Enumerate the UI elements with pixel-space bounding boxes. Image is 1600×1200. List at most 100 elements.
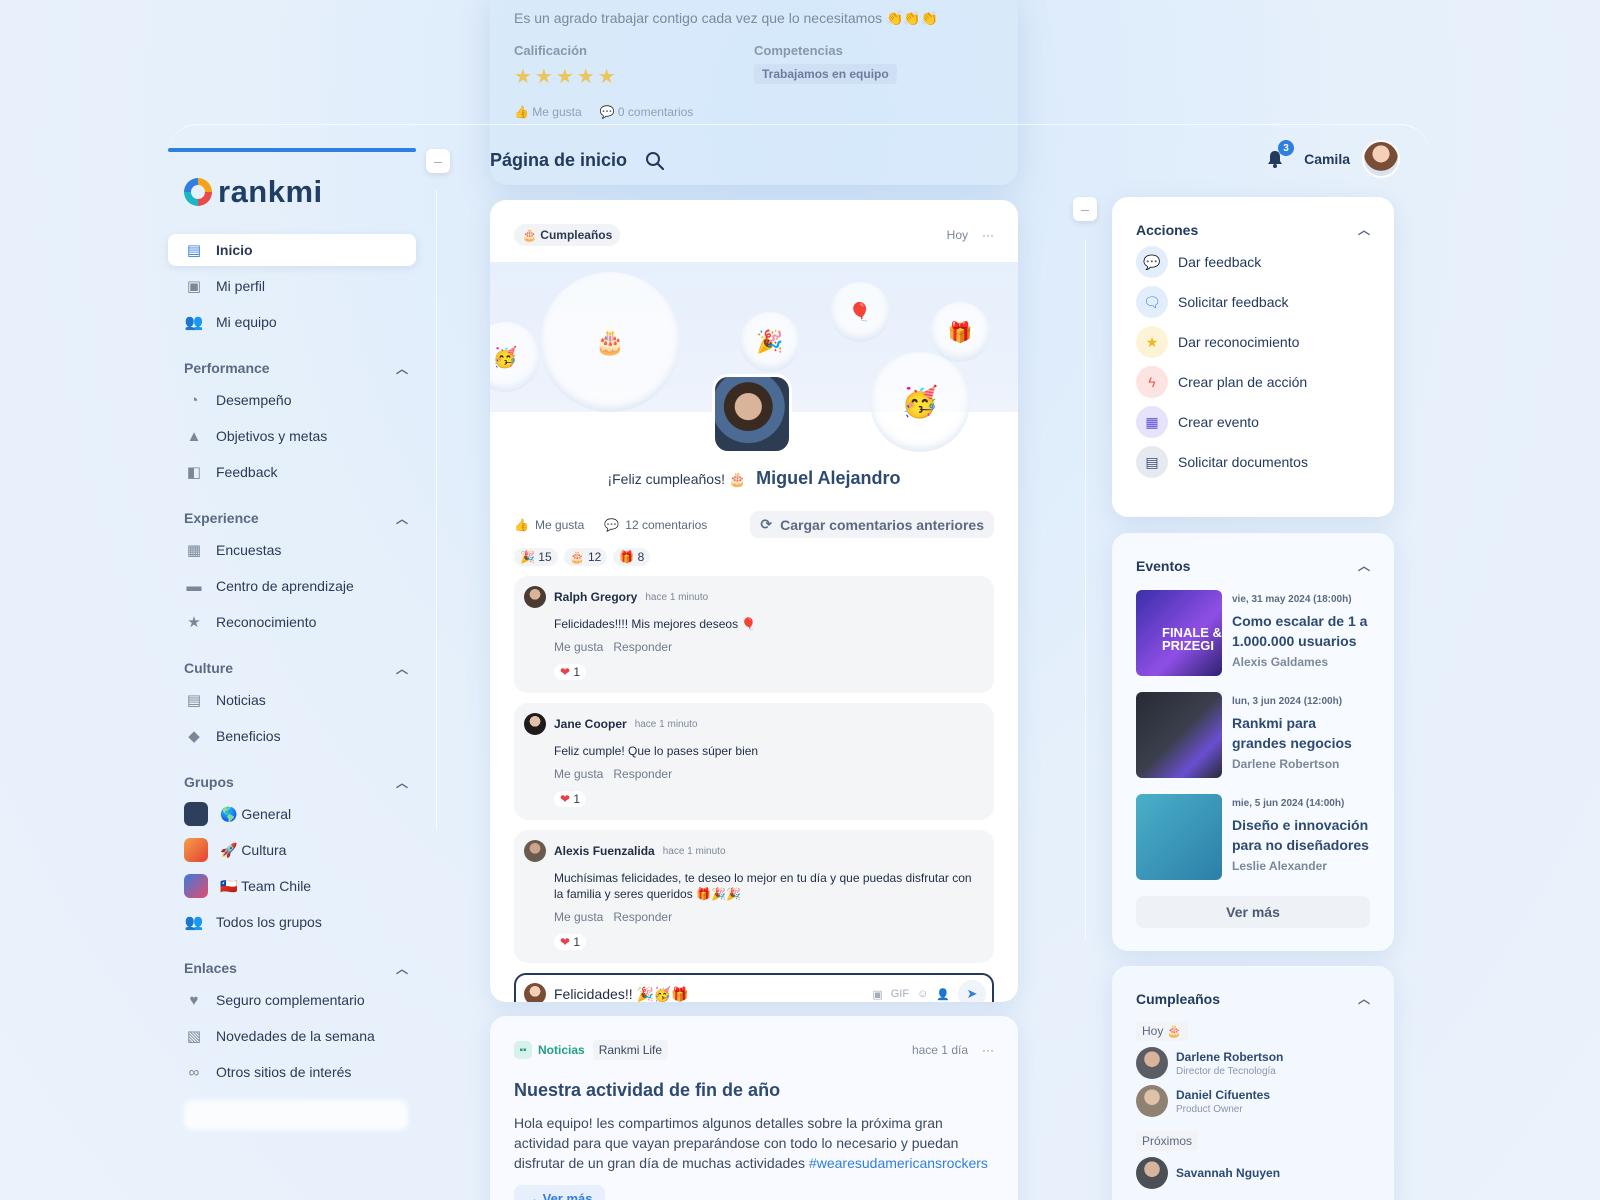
news-more-button[interactable]: → Ver más	[514, 1185, 605, 1200]
sidebar-item-inicio[interactable]: ▤ Inicio	[168, 234, 416, 266]
load-previous-comments-button[interactable]: ⟳ Cargar comentarios anteriores	[750, 511, 994, 538]
comments-button[interactable]: 💬 12 comentarios	[604, 518, 707, 532]
notifications-button[interactable]: 3	[1264, 140, 1295, 170]
comment-avatar[interactable]	[524, 713, 546, 735]
comment-author[interactable]: Ralph Gregory	[554, 590, 637, 604]
event-title[interactable]: Rankmi para grandes negocios	[1232, 713, 1370, 753]
action-solicitar-feedback[interactable]: 🗨 Solicitar feedback	[1136, 286, 1370, 318]
comment-author[interactable]: Jane Cooper	[554, 717, 627, 731]
events-more-button[interactable]: Ver más	[1136, 896, 1370, 928]
sidebar-item-todos-grupos[interactable]: 👥 Todos los grupos	[168, 906, 416, 938]
sidebar: rankmi ▤ Inicio ▣ Mi perfil 👥 Mi equipo …	[168, 148, 416, 1198]
comment-reply-button[interactable]: Responder	[613, 910, 672, 924]
sidebar-item-novedades[interactable]: ▧ Novedades de la semana	[168, 1020, 416, 1052]
send-button[interactable]: ➤	[958, 980, 986, 1002]
document-icon: ▤	[1136, 446, 1168, 478]
more-options-icon[interactable]: ···	[982, 228, 994, 242]
sidebar-item-noticias[interactable]: ▤ Noticias	[168, 684, 416, 716]
section-enlaces[interactable]: Enlaces ︿	[168, 952, 416, 984]
notification-badge: 3	[1278, 140, 1295, 156]
person-name: Savannah Nguyen	[1176, 1166, 1281, 1180]
sidebar-item-group-general[interactable]: 🌎 General	[168, 798, 416, 830]
action-crear-evento[interactable]: ▦ Crear evento	[1136, 406, 1370, 438]
comment-item: Jane Cooper hace 1 minuto Feliz cumple! …	[514, 703, 994, 820]
event-item[interactable]: mie, 5 jun 2024 (14:00h) Diseño e innova…	[1136, 794, 1370, 880]
mountain-icon: ▲	[186, 427, 202, 445]
logo[interactable]: rankmi	[184, 174, 416, 210]
collapse-sidebar-button[interactable]: –	[426, 149, 450, 173]
collapse-right-panel-button[interactable]: –	[1073, 197, 1097, 221]
sidebar-item-reconocimiento[interactable]: ★ Reconocimiento	[168, 606, 416, 638]
sidebar-item-otros-sitios[interactable]: ∞ Otros sitios de interés	[168, 1056, 416, 1088]
person-role: Director de Tecnología	[1176, 1065, 1276, 1077]
event-image	[1136, 692, 1222, 778]
sidebar-item-mi-equipo[interactable]: 👥 Mi equipo	[168, 306, 416, 338]
news-hashtag[interactable]: #wearesudamericansrockers	[809, 1155, 988, 1171]
action-dar-reconocimiento[interactable]: ★ Dar reconocimiento	[1136, 326, 1370, 358]
ghost-comments-button[interactable]: 💬 0 comentarios	[600, 105, 694, 119]
sidebar-item-encuestas[interactable]: ▦ Encuestas	[168, 534, 416, 566]
user-avatar[interactable]	[1362, 140, 1400, 178]
section-culture[interactable]: Culture ︿	[168, 652, 416, 684]
gif-button[interactable]: GIF	[891, 988, 909, 1000]
search-icon[interactable]	[644, 150, 666, 172]
mention-icon[interactable]: 👤	[936, 988, 950, 1001]
birthday-person[interactable]: Savannah Nguyen	[1136, 1157, 1370, 1189]
comment-heart-reaction[interactable]: ❤ 1	[554, 791, 587, 807]
news-title[interactable]: Nuestra actividad de fin de año	[490, 1080, 1018, 1101]
ghost-like-button[interactable]: 👍 Me gusta	[514, 105, 582, 119]
comment-input[interactable]	[554, 986, 865, 1002]
chevron-up-icon[interactable]: ︿	[1358, 557, 1370, 574]
comment-reply-button[interactable]: Responder	[613, 767, 672, 781]
sidebar-item-mi-perfil[interactable]: ▣ Mi perfil	[168, 270, 416, 302]
groups-icon: 👥	[184, 914, 204, 931]
person-avatar	[1136, 1085, 1168, 1117]
comment-like-button[interactable]: Me gusta	[554, 767, 603, 781]
event-item[interactable]: lun, 3 jun 2024 (12:00h) Rankmi para gra…	[1136, 692, 1370, 778]
like-button[interactable]: 👍 Me gusta	[514, 518, 584, 532]
reaction-party[interactable]: 🎉 15	[514, 548, 558, 566]
sidebar-item-label: Inicio	[216, 242, 253, 258]
sidebar-item-desempeno[interactable]: ◔ Desempeño	[168, 384, 416, 416]
more-options-icon[interactable]: ···	[982, 1043, 994, 1057]
event-title[interactable]: Como escalar de 1 a 1.000.000 usuarios	[1232, 611, 1370, 651]
user-name[interactable]: Camila	[1304, 151, 1350, 167]
event-item[interactable]: FINALE & PRIZEGI vie, 31 may 2024 (18:00…	[1136, 590, 1370, 676]
star-icon: ★	[1136, 326, 1168, 358]
action-crear-plan[interactable]: ϟ Crear plan de acción	[1136, 366, 1370, 398]
comment-heart-reaction[interactable]: ❤ 1	[554, 934, 587, 950]
sidebar-item-group-cultura[interactable]: 🚀 Cultura	[168, 834, 416, 866]
comment-like-button[interactable]: Me gusta	[554, 910, 603, 924]
section-grupos[interactable]: Grupos ︿	[168, 766, 416, 798]
section-performance[interactable]: Performance ︿	[168, 352, 416, 384]
birthday-person[interactable]: Daniel Cifuentes Product Owner	[1136, 1085, 1370, 1117]
chevron-up-icon[interactable]: ︿	[1358, 990, 1370, 1007]
sidebar-item-seguro[interactable]: ♥ Seguro complementario	[168, 984, 416, 1016]
action-solicitar-documentos[interactable]: ▤ Solicitar documentos	[1136, 446, 1370, 478]
sidebar-item-beneficios[interactable]: ◆ Beneficios	[168, 720, 416, 752]
emoji-icon[interactable]: ☺	[917, 988, 928, 1000]
sidebar-item-group-team-chile[interactable]: 🇨🇱 Team Chile	[168, 870, 416, 902]
reaction-cake[interactable]: 🎂 12	[563, 548, 608, 566]
news-channel-chip[interactable]: Rankmi Life	[592, 1040, 669, 1060]
event-title[interactable]: Diseño e innovación para no diseñadores	[1232, 815, 1370, 855]
comment-avatar[interactable]	[524, 586, 546, 608]
sidebar-item-feedback[interactable]: ◧ Feedback	[168, 456, 416, 488]
sidebar-item-centro-aprendizaje[interactable]: ▬ Centro de aprendizaje	[168, 570, 416, 602]
comment-avatar[interactable]	[524, 840, 546, 862]
event-image: FINALE & PRIZEGI	[1136, 590, 1222, 676]
comment-heart-reaction[interactable]: ❤ 1	[554, 664, 587, 680]
section-experience[interactable]: Experience ︿	[168, 502, 416, 534]
birthday-person[interactable]: Darlene Robertson Director de Tecnología	[1136, 1047, 1370, 1079]
birthday-person-name[interactable]: Miguel Alejandro	[756, 468, 900, 488]
action-dar-feedback[interactable]: 💬 Dar feedback	[1136, 246, 1370, 278]
comment-reply-button[interactable]: Responder	[613, 640, 672, 654]
reaction-gift[interactable]: 🎁 8	[613, 548, 651, 566]
sidebar-item-label: Mi perfil	[216, 278, 266, 294]
comment-like-button[interactable]: Me gusta	[554, 640, 603, 654]
sidebar-item-objetivos[interactable]: ▲ Objetivos y metas	[168, 420, 416, 452]
comment-author[interactable]: Alexis Fuenzalida	[554, 844, 655, 858]
image-icon[interactable]: ▣	[872, 988, 882, 1001]
birthday-person-avatar[interactable]	[712, 374, 792, 454]
chevron-up-icon[interactable]: ︿	[1358, 221, 1370, 238]
